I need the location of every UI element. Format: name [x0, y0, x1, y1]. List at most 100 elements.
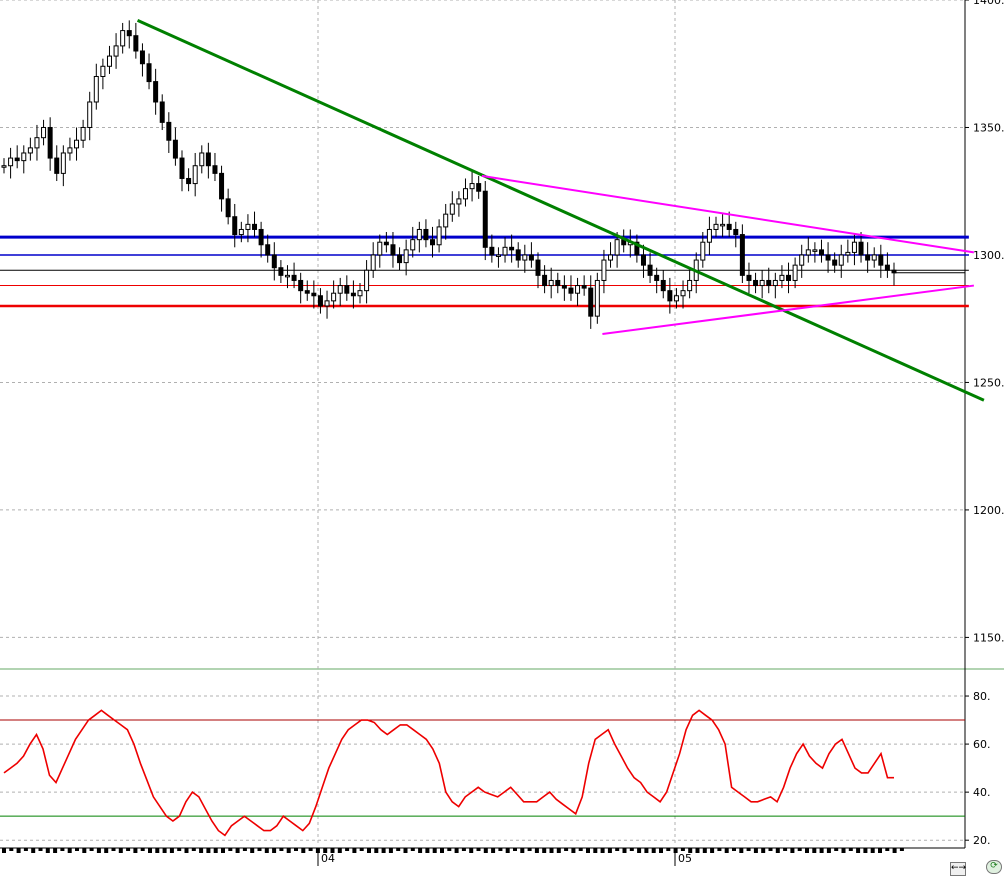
time-tick: [768, 848, 773, 851]
time-tick: [710, 848, 715, 853]
candle-body: [443, 213, 449, 228]
candle-body: [449, 203, 455, 215]
time-tick: [746, 848, 751, 851]
time-tick: [96, 848, 101, 853]
candle-body: [726, 223, 732, 230]
time-tick: [834, 848, 839, 851]
time-tick: [498, 848, 503, 851]
time-tick: [16, 848, 21, 853]
time-tick: [221, 848, 225, 853]
candle-body: [304, 290, 310, 294]
candle-body: [568, 287, 574, 294]
candle-body: [561, 285, 567, 289]
candle-body: [383, 241, 389, 246]
candle-body: [522, 254, 528, 261]
candle-body: [667, 290, 673, 302]
candle-body: [357, 290, 363, 297]
candle-body: [502, 246, 508, 256]
time-tick: [680, 848, 685, 851]
candle-body: [818, 249, 824, 256]
time-tick: [257, 848, 262, 851]
candle-body: [878, 254, 884, 266]
time-tick: [432, 848, 437, 853]
time-tick: [162, 848, 167, 853]
candle-body: [1, 165, 7, 168]
candle-body: [100, 65, 106, 77]
candle-body: [252, 223, 258, 230]
oscillator-panel: 20. 40. 60. 80.: [0, 690, 991, 847]
scroll-arrows-button[interactable]: ←→: [950, 862, 966, 876]
osc-y-tick-label: 80.: [973, 690, 991, 703]
candle-body: [594, 279, 600, 317]
candle-body: [311, 292, 317, 297]
candle-body: [825, 254, 831, 261]
time-tick: [637, 848, 642, 853]
candle-body: [113, 45, 119, 57]
time-tick: [673, 848, 678, 853]
time-tick: [206, 848, 211, 853]
candle-body: [74, 139, 80, 149]
candle-body: [489, 246, 495, 256]
time-tick: [556, 848, 561, 853]
candle-body: [700, 241, 706, 261]
candle-body: [47, 126, 53, 159]
price-panel: 1150. 1200. 1250. 1300. 1350. 1400.: [0, 0, 1004, 848]
candle-body: [377, 241, 383, 256]
time-tick: [242, 848, 247, 851]
time-tick: [607, 848, 612, 853]
price-y-tick-label: 1350.: [973, 121, 1004, 134]
candle-body: [575, 285, 581, 294]
candle-body: [80, 126, 86, 141]
osc-y-tick-label: 60.: [973, 738, 991, 751]
time-tick: [67, 848, 72, 853]
time-tick: [615, 848, 620, 851]
time-tick: [848, 848, 853, 851]
price-y-tick-label: 1150.: [973, 631, 1004, 644]
candle-body: [581, 285, 587, 289]
time-tick: [732, 848, 736, 851]
candle-body: [27, 147, 33, 154]
time-tick: [264, 848, 269, 853]
time-tick: [111, 848, 116, 851]
candle-body: [41, 126, 47, 139]
candle-body: [456, 198, 462, 205]
candle-body: [370, 254, 376, 271]
candle-body: [746, 274, 752, 281]
time-tick: [440, 848, 444, 853]
time-tick: [520, 848, 525, 853]
candle-body: [687, 279, 693, 292]
candle-body: [67, 147, 73, 154]
candle-body: [271, 254, 277, 269]
time-tick: [359, 848, 364, 851]
time-tick: [505, 848, 510, 853]
time-tick: [345, 848, 350, 851]
time-tick: [60, 848, 65, 851]
time-tick: [294, 848, 298, 851]
candle-body: [258, 228, 264, 246]
candle-body: [812, 249, 818, 252]
time-tick: [513, 848, 517, 851]
candle-body: [640, 254, 646, 266]
candle-body: [8, 157, 14, 167]
time-tick: [213, 848, 218, 853]
candle-body: [120, 30, 126, 47]
candle-body: [87, 101, 93, 128]
time-tick: [272, 848, 277, 853]
candle-body: [865, 254, 871, 261]
refresh-icon[interactable]: ⟳: [986, 860, 1002, 874]
time-tick: [250, 848, 255, 853]
candle-body: [106, 55, 112, 67]
candle-body: [535, 259, 541, 276]
time-tick: [235, 848, 240, 853]
time-tick: [841, 848, 846, 853]
candle-body: [462, 188, 468, 200]
time-tick: [863, 848, 868, 853]
candle-body: [759, 279, 765, 287]
time-tick: [140, 848, 145, 851]
candle-body: [21, 152, 27, 162]
candle-body: [858, 241, 864, 256]
time-tick: [695, 848, 700, 853]
time-tick: [425, 848, 430, 853]
candle-body: [680, 290, 686, 297]
candle-body: [60, 152, 66, 174]
